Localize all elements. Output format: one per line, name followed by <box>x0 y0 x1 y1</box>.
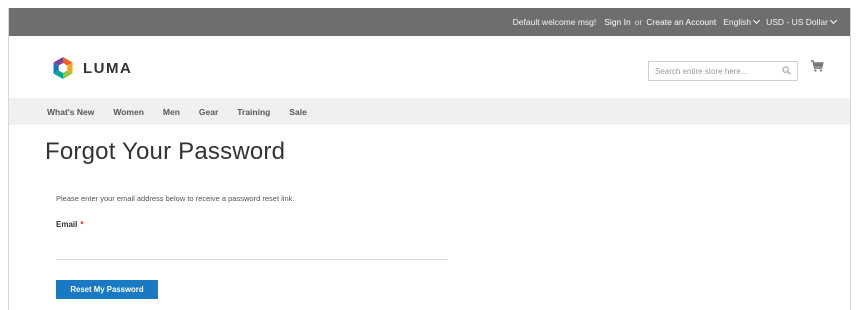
top-bar: Default welcome msg! Sign In or Create a… <box>9 8 850 36</box>
nav-item-whats-new[interactable]: What's New <box>47 107 94 117</box>
or-separator: or <box>634 17 643 27</box>
search-input[interactable] <box>649 62 775 80</box>
nav-item-gear[interactable]: Gear <box>199 107 218 117</box>
currency-switcher[interactable]: USD - US Dollar <box>766 16 838 27</box>
store-logo[interactable]: LUMA <box>51 56 132 80</box>
search-box <box>648 61 798 81</box>
nav-item-women[interactable]: Women <box>113 107 144 117</box>
page-title: Forgot Your Password <box>45 138 286 165</box>
main-navigation: What's New Women Men Gear Training Sale <box>9 98 850 125</box>
cart-icon[interactable] <box>810 59 824 73</box>
email-field[interactable] <box>56 234 448 260</box>
create-account-link[interactable]: Create an Account <box>646 17 716 27</box>
email-label: Email * <box>56 220 83 229</box>
page-frame: Default welcome msg! Sign In or Create a… <box>8 8 851 310</box>
search-icon[interactable] <box>782 66 791 75</box>
email-label-text: Email <box>56 220 78 229</box>
nav-item-training[interactable]: Training <box>237 107 270 117</box>
reset-password-button[interactable]: Reset My Password <box>56 280 158 299</box>
language-switcher[interactable]: English <box>723 16 761 27</box>
welcome-message: Default welcome msg! <box>512 17 597 27</box>
language-label: English <box>723 17 752 27</box>
required-marker: * <box>80 220 84 229</box>
sign-in-link[interactable]: Sign In <box>604 17 630 27</box>
nav-item-sale[interactable]: Sale <box>289 107 307 117</box>
chevron-down-icon <box>753 16 761 25</box>
currency-label: USD - US Dollar <box>766 17 828 27</box>
header: LUMA <box>9 36 850 98</box>
logo-text: LUMA <box>83 59 133 77</box>
chevron-down-icon <box>829 16 838 25</box>
luma-logo-icon <box>53 57 73 79</box>
nav-item-men[interactable]: Men <box>163 107 180 117</box>
intro-text: Please enter your email address below to… <box>56 194 295 203</box>
